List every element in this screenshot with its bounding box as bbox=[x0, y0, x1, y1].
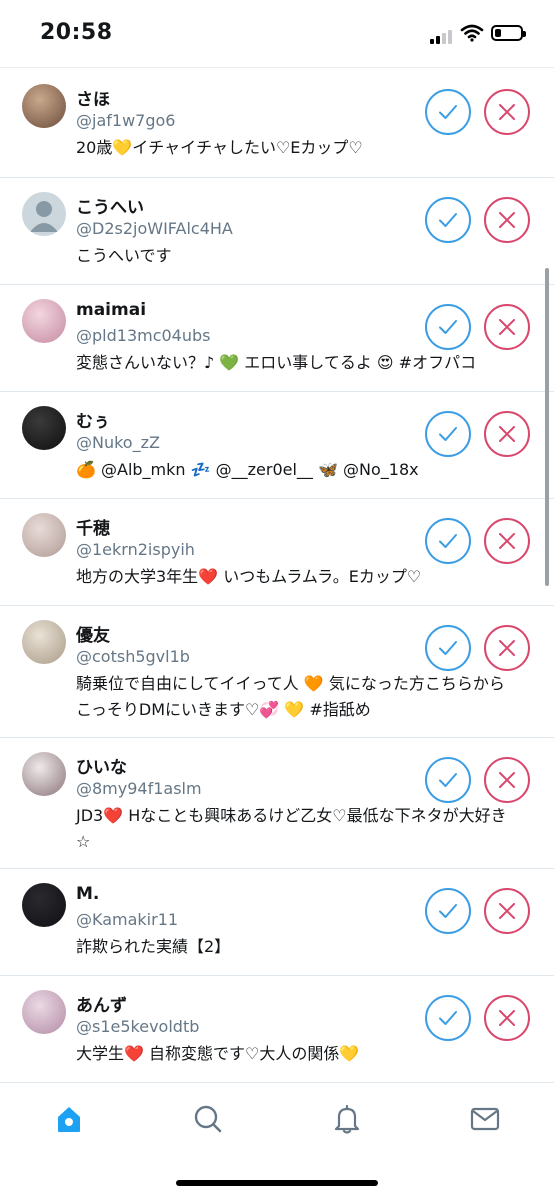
follow-request-row[interactable]: M. @Kamakir11 詐欺られた実績【2】 bbox=[0, 869, 554, 976]
follow-request-list: さほ @jaf1w7go6 20歳💛イチャイチャしたい♡Eカップ♡ こうへい @D2s2… bbox=[0, 68, 554, 1083]
user-bio: 大学生❤️ 自称変態です♡大人の関係💛 bbox=[76, 1044, 360, 1063]
wifi-icon bbox=[460, 24, 484, 42]
user-handle: @jaf1w7go6 bbox=[76, 111, 176, 130]
user-bio: 🍊 @Alb_mkn 💤 @__zer0el__ 🦋 @No_18x bbox=[76, 460, 419, 479]
accept-button[interactable] bbox=[425, 411, 471, 457]
follow-request-row[interactable]: 優友 @cotsh5gvl1b 騎乗位で自由にしてイイって人 🧡 気になった方こちら… bbox=[0, 606, 554, 738]
user-bio: 騎乗位で自由にしてイイって人 🧡 気になった方こちらからこっそりDMにいきます♡… bbox=[76, 674, 505, 719]
close-icon bbox=[499, 212, 515, 228]
check-icon bbox=[439, 213, 457, 227]
avatar[interactable] bbox=[22, 406, 66, 450]
battery-icon bbox=[491, 25, 526, 41]
close-icon bbox=[499, 319, 515, 335]
accept-button[interactable] bbox=[425, 995, 471, 1041]
user-name[interactable]: こうへい bbox=[76, 193, 144, 218]
user-handle: @1ekrn2ispyih bbox=[76, 540, 195, 559]
home-indicator bbox=[176, 1180, 378, 1186]
bell-icon bbox=[334, 1104, 360, 1134]
decline-button[interactable] bbox=[484, 411, 530, 457]
close-icon bbox=[499, 640, 515, 656]
accept-button[interactable] bbox=[425, 888, 471, 934]
follow-request-row[interactable]: ひいな @8my94f1aslm JD3❤️ Hなことも興味あるけど乙女♡最低な下ネ… bbox=[0, 738, 554, 869]
close-icon bbox=[499, 426, 515, 442]
decline-button[interactable] bbox=[484, 197, 530, 243]
tab-home[interactable] bbox=[47, 1097, 91, 1141]
check-icon bbox=[439, 773, 457, 787]
accept-button[interactable] bbox=[425, 625, 471, 671]
close-icon bbox=[499, 1010, 515, 1026]
decline-button[interactable] bbox=[484, 304, 530, 350]
avatar[interactable] bbox=[22, 620, 66, 664]
user-handle: @D2s2joWIFAlc4HA bbox=[76, 219, 233, 238]
mail-icon bbox=[470, 1107, 500, 1131]
follow-request-row[interactable]: 千穂 @1ekrn2ispyih 地方の大学3年生❤️ いつもムラムラ。Eカップ♡ bbox=[0, 499, 554, 606]
close-icon bbox=[499, 533, 515, 549]
user-bio: 20歳💛イチャイチャしたい♡Eカップ♡ bbox=[76, 138, 363, 157]
user-handle: @cotsh5gvl1b bbox=[76, 647, 190, 666]
user-name[interactable]: ひいな bbox=[76, 753, 127, 778]
accept-button[interactable] bbox=[425, 304, 471, 350]
avatar[interactable] bbox=[22, 84, 66, 128]
user-bio: 変態さんいない？♪ 💚 エロい事してるよ 😍 #オフパコ bbox=[76, 353, 477, 372]
user-name[interactable]: M. bbox=[76, 884, 99, 904]
decline-button[interactable] bbox=[484, 888, 530, 934]
check-icon bbox=[439, 641, 457, 655]
follow-request-row[interactable]: さほ @jaf1w7go6 20歳💛イチャイチャしたい♡Eカップ♡ bbox=[0, 68, 554, 178]
user-name[interactable]: むぅ bbox=[76, 407, 110, 432]
search-icon bbox=[194, 1105, 222, 1133]
user-name[interactable]: さほ bbox=[76, 85, 110, 110]
check-icon bbox=[439, 1011, 457, 1025]
user-bio: 地方の大学3年生❤️ いつもムラムラ。Eカップ♡ bbox=[76, 567, 422, 586]
user-name[interactable]: maimai bbox=[76, 300, 146, 320]
check-icon bbox=[439, 427, 457, 441]
avatar[interactable] bbox=[22, 192, 66, 236]
accept-button[interactable] bbox=[425, 89, 471, 135]
decline-button[interactable] bbox=[484, 757, 530, 803]
decline-button[interactable] bbox=[484, 995, 530, 1041]
check-icon bbox=[439, 320, 457, 334]
user-bio: こうへいです bbox=[76, 246, 172, 265]
tab-search[interactable] bbox=[186, 1097, 230, 1141]
decline-button[interactable] bbox=[484, 625, 530, 671]
decline-button[interactable] bbox=[484, 518, 530, 564]
follow-request-row[interactable]: あんず @s1e5kevoldtb 大学生❤️ 自称変態です♡大人の関係💛 bbox=[0, 976, 554, 1083]
tab-messages[interactable] bbox=[463, 1097, 507, 1141]
accept-button[interactable] bbox=[425, 197, 471, 243]
user-name[interactable]: 優友 bbox=[76, 621, 110, 646]
follow-request-row[interactable]: maimai @pld13mc04ubs 変態さんいない？♪ 💚 エロい事してるよ … bbox=[0, 285, 554, 392]
check-icon bbox=[439, 534, 457, 548]
user-bio: 詐欺られた実績【2】 bbox=[76, 937, 231, 956]
user-handle: @Kamakir11 bbox=[76, 910, 179, 929]
user-handle: @pld13mc04ubs bbox=[76, 326, 211, 345]
accept-button[interactable] bbox=[425, 757, 471, 803]
status-time: 20:58 bbox=[40, 20, 113, 45]
follow-request-row[interactable]: むぅ @Nuko_zZ 🍊 @Alb_mkn 💤 @__zer0el__ 🦋 @No… bbox=[0, 392, 554, 499]
check-icon bbox=[439, 105, 457, 119]
close-icon bbox=[499, 104, 515, 120]
check-icon bbox=[439, 904, 457, 918]
close-icon bbox=[499, 903, 515, 919]
user-handle: @8my94f1aslm bbox=[76, 779, 202, 798]
user-handle: @Nuko_zZ bbox=[76, 433, 160, 452]
user-handle: @s1e5kevoldtb bbox=[76, 1017, 200, 1036]
tab-notifications[interactable] bbox=[325, 1097, 369, 1141]
decline-button[interactable] bbox=[484, 89, 530, 135]
avatar[interactable] bbox=[22, 513, 66, 557]
status-bar: 20:58 bbox=[0, 0, 554, 68]
accept-button[interactable] bbox=[425, 518, 471, 564]
cellular-signal-icon bbox=[430, 28, 456, 44]
follow-request-row[interactable]: こうへい @D2s2joWIFAlc4HA こうへいです bbox=[0, 178, 554, 285]
user-name[interactable]: 千穂 bbox=[76, 514, 110, 539]
user-bio: JD3❤️ Hなことも興味あるけど乙女♡最低な下ネタが大好き☆ bbox=[76, 806, 507, 851]
home-icon bbox=[58, 1107, 80, 1132]
scrollbar[interactable] bbox=[545, 268, 549, 586]
avatar[interactable] bbox=[22, 990, 66, 1034]
avatar[interactable] bbox=[22, 752, 66, 796]
user-name[interactable]: あんず bbox=[76, 991, 127, 1016]
avatar[interactable] bbox=[22, 883, 66, 927]
avatar[interactable] bbox=[22, 299, 66, 343]
close-icon bbox=[499, 772, 515, 788]
